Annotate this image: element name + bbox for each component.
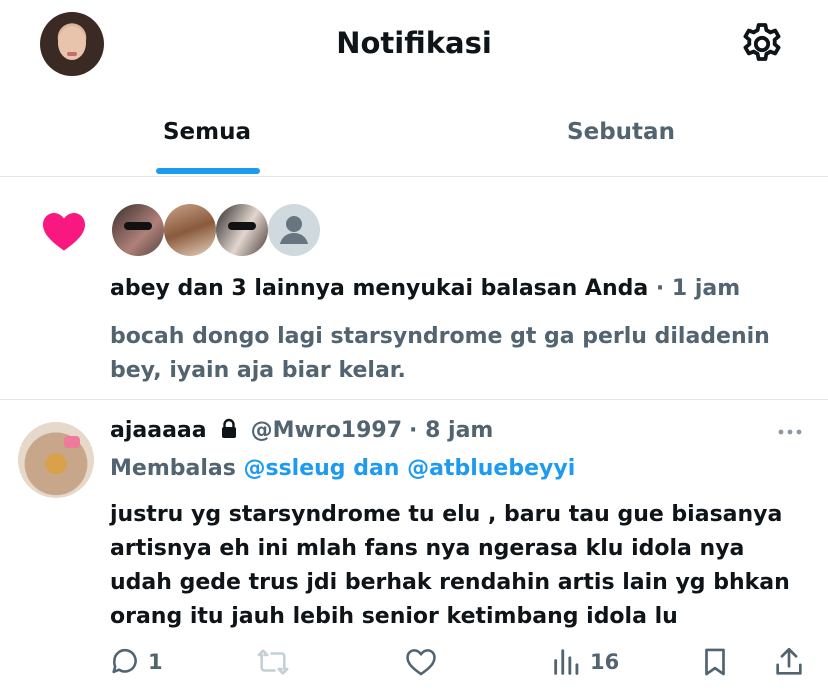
tweet-timestamp[interactable]: · 8 jam (409, 418, 493, 443)
replying-to: Membalas @ssleug dan @atbluebeyyi (110, 456, 575, 481)
author-avatar[interactable] (18, 422, 94, 498)
share-icon (776, 647, 802, 675)
top-header: Notifikasi (0, 0, 828, 88)
reply-count: 1 (148, 650, 163, 674)
bookmark-icon (705, 648, 725, 676)
bookmark-button[interactable] (698, 640, 732, 684)
tab-sebutan[interactable]: Sebutan (414, 96, 828, 176)
liked-reply-preview: bocah dongo lagi starsyndrome gt ga perl… (110, 324, 770, 383)
sunglasses-shape (124, 222, 152, 230)
liker-avatar[interactable] (268, 204, 320, 256)
heart-icon (43, 213, 85, 251)
analytics-icon (554, 649, 579, 675)
like-message-text: abey dan 3 lainnya menyukai balasan Anda (110, 276, 649, 301)
like-button[interactable] (404, 640, 438, 684)
tweet-actions: 1 16 (0, 640, 828, 684)
page-title: Notifikasi (336, 26, 492, 60)
like-timestamp: · 1 jam (655, 276, 741, 301)
more-options-icon[interactable] (774, 420, 806, 444)
gear-icon[interactable] (738, 20, 786, 68)
tweet-header: ajaaaaa @Mwro1997 · 8 jam (110, 418, 493, 443)
replying-to-users[interactable]: @ssleug dan @atbluebeyyi (243, 456, 575, 481)
views-button[interactable]: 16 (550, 640, 619, 684)
like-message: abey dan 3 lainnya menyukai balasan Anda… (110, 276, 740, 301)
tweet-text: justru yg starsyndrome tu elu , baru tau… (110, 502, 790, 629)
liker-avatar[interactable] (112, 204, 164, 256)
notification-tabs: Semua Sebutan (0, 96, 828, 177)
sunglasses-shape (228, 222, 256, 230)
like-notification[interactable]: abey dan 3 lainnya menyukai balasan Anda… (0, 178, 828, 400)
tab-semua[interactable]: Semua (0, 96, 414, 176)
lock-icon (221, 418, 236, 438)
repost-button[interactable] (256, 640, 290, 684)
default-avatar-icon (280, 216, 308, 244)
hair-bow-shape (64, 436, 80, 448)
replying-to-label: Membalas (110, 456, 236, 481)
liker-avatar[interactable] (216, 204, 268, 256)
reply-icon (112, 648, 137, 674)
reply-button[interactable]: 1 (108, 640, 163, 684)
views-count: 16 (590, 650, 620, 674)
author-name[interactable]: ajaaaaa (110, 418, 207, 443)
author-handle[interactable]: @Mwro1997 (251, 418, 402, 443)
share-button[interactable] (772, 640, 806, 684)
liker-avatar[interactable] (164, 204, 216, 256)
active-tab-indicator (156, 168, 260, 174)
heart-outline-icon (406, 649, 436, 676)
repost-icon (257, 649, 289, 675)
